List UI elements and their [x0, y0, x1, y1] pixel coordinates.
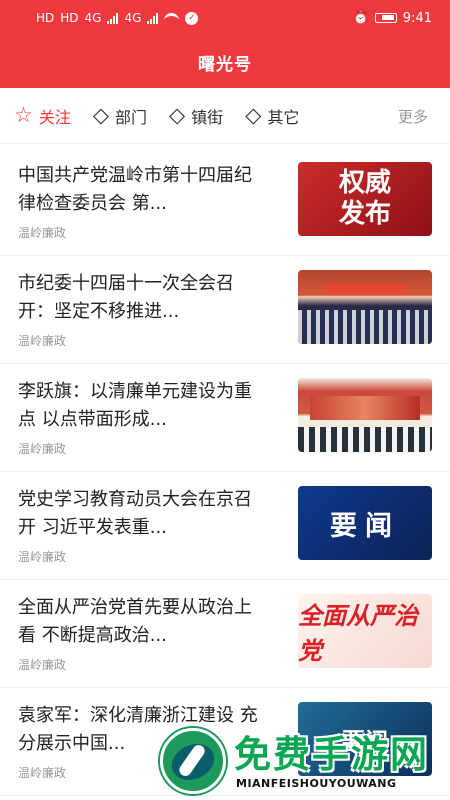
battery-icon: [374, 13, 397, 23]
article-item[interactable]: 党史学习教育动员大会在京召开 习近平发表重... 温岭廉政 要闻: [0, 472, 450, 580]
article-thumbnail: 权威 发布: [298, 162, 432, 236]
tab-label-town: 镇街: [191, 107, 224, 127]
article-item[interactable]: 全面从严治党首先要从政治上看 不断提高政治... 温岭廉政 全面从严治党: [0, 580, 450, 688]
status-time: 9:41: [402, 10, 432, 26]
network-label-2: 4G: [124, 11, 142, 25]
article-text: 中国共产党温岭市第十四届纪律检查委员会 第... 温岭廉政: [18, 162, 263, 255]
status-left: HD HD 4G 4G ✓: [36, 11, 199, 25]
article-title: 全面从严治党首先要从政治上看 不断提高政治...: [18, 597, 252, 646]
thumbnail-audience: [298, 310, 432, 344]
article-title: 中国共产党温岭市第十四届纪律检查委员会 第...: [18, 165, 252, 214]
notification-icon: ✓: [185, 11, 199, 25]
tab-label-other: 其它: [267, 107, 300, 127]
tab-town[interactable]: ◇ 镇街: [169, 88, 223, 144]
article-title: 市纪委十四届十一次全会召开：坚定不移推进...: [18, 273, 234, 322]
layers-icon: ◇: [92, 103, 109, 127]
tab-department[interactable]: ◇ 部门: [93, 88, 147, 144]
article-source: 温岭廉政: [18, 658, 67, 672]
layers-icon: ◇: [169, 103, 186, 127]
article-list: 中国共产党温岭市第十四届纪律检查委员会 第... 温岭廉政 权威 发布 市纪委十…: [0, 148, 450, 800]
tab-label-department: 部门: [115, 107, 148, 127]
article-item[interactable]: 李跃旗：以清廉单元建设为重点 以点带面形成... 温岭廉政: [0, 364, 450, 472]
status-bar: HD HD 4G 4G ✓ ⏰ 9:41: [0, 0, 450, 36]
status-right: ⏰ 9:41: [353, 11, 432, 26]
star-outline-icon: ☆: [14, 103, 33, 127]
article-source: 温岭廉政: [18, 334, 67, 348]
category-tabs: ☆ 关注 ◇ 部门 ◇ 镇街 ◇ 其它 更多: [0, 88, 450, 144]
article-source: 温岭廉政: [18, 550, 67, 564]
thumbnail-painting: [310, 396, 420, 420]
article-title: 党史学习教育动员大会在京召开 习近平发表重...: [18, 489, 252, 538]
article-thumbnail: [298, 378, 432, 452]
signal-icon-2: [147, 12, 159, 24]
thumbnail-text-line-2: 发布: [338, 199, 391, 229]
thumbnail-people: [298, 427, 432, 452]
article-text: 党史学习教育动员大会在京召开 习近平发表重... 温岭廉政: [18, 486, 263, 579]
watermark-subtitle: MIANFEISHOUYOUWANG: [236, 777, 397, 790]
article-item[interactable]: 市纪委十四届十一次全会召开：坚定不移推进... 温岭廉政: [0, 256, 450, 364]
article-source: 温岭廉政: [18, 442, 67, 456]
article-text: 李跃旗：以清廉单元建设为重点 以点带面形成... 温岭廉政: [18, 378, 263, 471]
tab-label-follow: 关注: [38, 107, 71, 127]
layers-icon: ◇: [245, 103, 262, 127]
wifi-icon: [164, 13, 180, 23]
alarm-icon: ⏰: [352, 10, 369, 26]
more-button[interactable]: 更多: [398, 106, 428, 127]
article-thumbnail: [298, 270, 432, 344]
article-thumbnail: 要闻: [298, 486, 432, 560]
article-thumbnail: 全面从严治党: [298, 594, 432, 668]
article-title: 李跃旗：以清廉单元建设为重点 以点带面形成...: [18, 381, 252, 430]
page-title: 曙光号: [198, 55, 252, 75]
tab-other[interactable]: ◇ 其它: [245, 88, 299, 144]
app-header: HD HD 4G 4G ✓ ⏰ 9:41 曙光号: [0, 0, 450, 88]
watermark-logo-icon: [160, 728, 226, 794]
thumbnail-text-line-1: 权威: [338, 168, 391, 198]
watermark-title: 免费手游网: [234, 733, 429, 776]
article-source: 温岭廉政: [18, 226, 67, 240]
hd-label-2: HD: [60, 11, 79, 25]
tab-follow[interactable]: ☆ 关注: [14, 88, 71, 144]
hd-label-1: HD: [36, 11, 55, 25]
network-label-1: 4G: [84, 11, 102, 25]
signal-icon: [107, 12, 119, 24]
article-text: 市纪委十四届十一次全会召开：坚定不移推进... 温岭廉政: [18, 270, 263, 363]
thumbnail-banner: [324, 284, 406, 294]
watermark: 免费手游网 MIANFEISHOUYOUWANG: [152, 724, 448, 800]
article-text: 全面从严治党首先要从政治上看 不断提高政治... 温岭廉政: [18, 594, 263, 687]
article-item[interactable]: 中国共产党温岭市第十四届纪律检查委员会 第... 温岭廉政 权威 发布: [0, 148, 450, 256]
